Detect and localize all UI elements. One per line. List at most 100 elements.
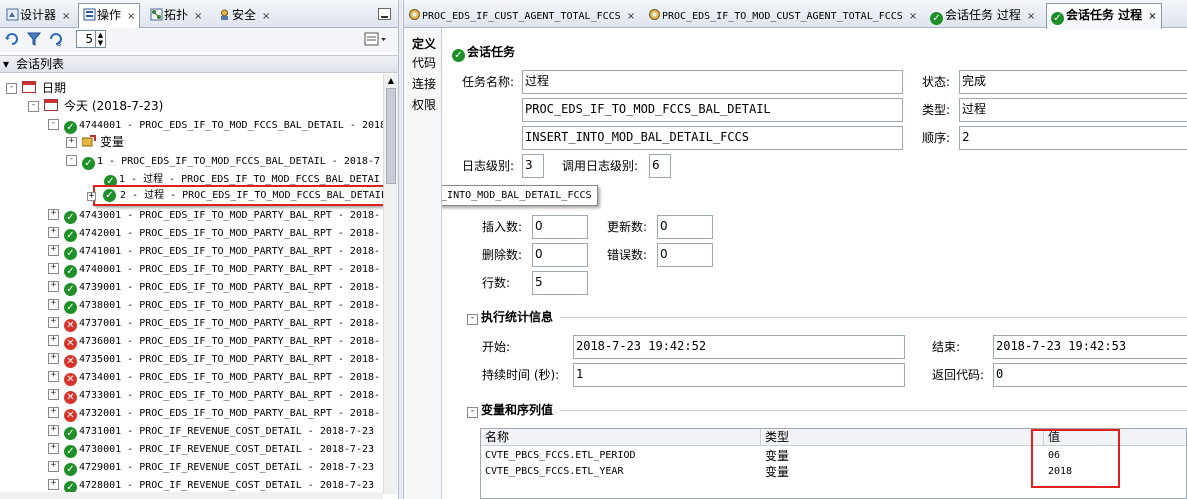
section-exec-stats[interactable]: - 执行统计信息 bbox=[467, 309, 553, 325]
filter-icon[interactable] bbox=[26, 31, 42, 50]
close-icon[interactable]: × bbox=[909, 11, 917, 22]
task-name-line3-field[interactable]: INSERT_INTO_MOD_BAL_DETAIL_FCCS bbox=[522, 126, 903, 150]
task-name-field[interactable]: 过程 bbox=[522, 70, 903, 94]
expand-toggle[interactable]: + bbox=[48, 353, 59, 364]
session-row[interactable]: + ✕ 4732001 - PROC_EDS_IF_TO_MOD_PARTY_BAL… bbox=[48, 403, 380, 422]
close-icon[interactable]: × bbox=[127, 11, 135, 22]
expand-toggle[interactable]: + bbox=[48, 461, 59, 472]
expand-toggle[interactable]: + bbox=[48, 263, 59, 274]
section-variables[interactable]: - 变量和序列值 bbox=[467, 402, 553, 418]
tree-vertical-scrollbar[interactable]: ▲ bbox=[383, 74, 398, 494]
expand-toggle[interactable]: + bbox=[66, 137, 77, 148]
expand-toggle[interactable]: + bbox=[48, 371, 59, 382]
session-row[interactable]: + ✓ 4738001 - PROC_EDS_IF_TO_MOD_PARTY_BAL… bbox=[48, 295, 380, 314]
session-row[interactable]: + ✕ 4737001 - PROC_EDS_IF_TO_MOD_PARTY_BAL… bbox=[48, 313, 380, 332]
collapse-toggle[interactable]: - bbox=[6, 83, 17, 94]
type-field[interactable]: 过程 bbox=[959, 98, 1187, 122]
start-time-field[interactable]: 2018-7-23 19:42:52 bbox=[573, 335, 905, 359]
column-header-type[interactable]: 类型 bbox=[761, 429, 1044, 446]
session-row[interactable]: + ✓ 4742001 - PROC_EDS_IF_TO_MOD_PARTY_BAL… bbox=[48, 223, 380, 242]
order-field[interactable]: 2 bbox=[959, 126, 1187, 150]
tree-node-date[interactable]: - 日期 bbox=[6, 79, 66, 97]
editor-tab-session-task-2[interactable]: ✓ 会话任务 过程 × bbox=[1046, 3, 1162, 29]
close-icon[interactable]: × bbox=[194, 11, 202, 22]
rows-count-field[interactable]: 5 bbox=[532, 271, 588, 295]
side-tab-permissions[interactable]: 权限 bbox=[412, 95, 436, 115]
editor-tab-cust-agent[interactable]: PROC_EDS_IF_CUST_AGENT_TOTAL_FCCS × bbox=[404, 4, 639, 26]
session-row[interactable]: + ✓ 4740001 - PROC_EDS_IF_TO_MOD_PARTY_BAL… bbox=[48, 259, 380, 278]
expand-toggle[interactable]: + bbox=[48, 227, 59, 238]
tab-operator[interactable]: 操作 × bbox=[78, 3, 141, 29]
expand-toggle[interactable]: + bbox=[48, 479, 59, 490]
side-tab-code[interactable]: 代码 bbox=[412, 53, 436, 73]
collapse-toggle[interactable]: - bbox=[28, 101, 39, 112]
tab-designer[interactable]: 设计器 × bbox=[2, 4, 74, 26]
session-row[interactable]: + ✓ 4739001 - PROC_EDS_IF_TO_MOD_PARTY_BAL… bbox=[48, 277, 380, 296]
session-list-header[interactable]: ▾ 会话列表 bbox=[0, 55, 398, 73]
duration-field[interactable]: 1 bbox=[573, 363, 905, 387]
expand-toggle[interactable]: + bbox=[48, 407, 59, 418]
tree-node-variables[interactable]: + 变量 bbox=[66, 133, 124, 151]
session-row[interactable]: + ✕ 4734001 - PROC_EDS_IF_TO_MOD_PARTY_BAL… bbox=[48, 367, 380, 386]
session-row[interactable]: + ✓ 4741001 - PROC_EDS_IF_TO_MOD_PARTY_BAL… bbox=[48, 241, 380, 260]
expand-toggle[interactable]: + bbox=[48, 335, 59, 346]
update-count-field[interactable]: 0 bbox=[657, 215, 713, 239]
minimize-button[interactable] bbox=[378, 8, 391, 20]
step-row[interactable]: - ✓ 1 - PROC_EDS_IF_TO_MOD_FCCS_BAL_DETAI… bbox=[66, 151, 380, 170]
side-tab-definition[interactable]: 定义 bbox=[412, 34, 436, 54]
close-icon[interactable]: × bbox=[1148, 11, 1156, 22]
end-time-field[interactable]: 2018-7-23 19:42:53 bbox=[993, 335, 1187, 359]
close-icon[interactable]: × bbox=[1027, 11, 1035, 22]
session-row[interactable]: + ✕ 4736001 - PROC_EDS_IF_TO_MOD_PARTY_BAL… bbox=[48, 331, 380, 350]
editor-tab-mod-cust-agent[interactable]: PROC_EDS_IF_TO_MOD_CUST_AGENT_TOTAL_FCCS… bbox=[644, 4, 921, 26]
collapse-toggle[interactable]: - bbox=[467, 407, 478, 418]
tab-security[interactable]: 安全 × bbox=[214, 4, 274, 26]
delete-count-field[interactable]: 0 bbox=[532, 243, 588, 267]
expand-toggle[interactable]: + bbox=[48, 299, 59, 310]
close-icon[interactable]: × bbox=[62, 11, 70, 22]
expand-toggle[interactable]: + bbox=[48, 245, 59, 256]
expand-toggle[interactable]: + bbox=[48, 425, 59, 436]
view-menu-icon[interactable] bbox=[364, 31, 388, 50]
tab-topology[interactable]: 拓扑 × bbox=[146, 4, 206, 26]
status-field[interactable]: 完成 bbox=[959, 70, 1187, 94]
close-icon[interactable]: × bbox=[262, 11, 270, 22]
call-log-level-field[interactable]: 6 bbox=[649, 154, 671, 178]
session-row[interactable]: + ✓ 4730001 - PROC_IF_REVENUE_COST_DETAIL … bbox=[48, 439, 374, 458]
close-icon[interactable]: × bbox=[627, 11, 635, 22]
session-row[interactable]: - ✓ 4744001 - PROC_EDS_IF_TO_MOD_FCCS_BAL… bbox=[48, 115, 383, 134]
expand-toggle[interactable]: + bbox=[87, 192, 96, 201]
collapse-triangle-icon[interactable]: ▾ bbox=[3, 56, 9, 72]
expand-toggle[interactable]: + bbox=[48, 209, 59, 220]
collapse-toggle[interactable]: - bbox=[48, 119, 59, 130]
refresh-icon[interactable] bbox=[4, 31, 20, 50]
tree-node-today[interactable]: - 今天 (2018-7-23) bbox=[28, 97, 163, 115]
insert-count-field[interactable]: 0 bbox=[532, 215, 588, 239]
session-row[interactable]: + ✓ 4743001 - PROC_EDS_IF_TO_MOD_PARTY_BAL… bbox=[48, 205, 380, 224]
return-code-field[interactable]: 0 bbox=[993, 363, 1187, 387]
editor-tab-session-task-1[interactable]: ✓ 会话任务 过程 × bbox=[926, 4, 1039, 26]
session-row[interactable]: + ✕ 4733001 - PROC_EDS_IF_TO_MOD_PARTY_BAL… bbox=[48, 385, 380, 404]
expand-toggle[interactable]: + bbox=[48, 443, 59, 454]
expand-toggle[interactable]: + bbox=[48, 281, 59, 292]
spinner-arrows[interactable]: ▲ ▼ bbox=[95, 31, 105, 47]
collapse-toggle[interactable]: - bbox=[467, 314, 478, 325]
column-header-name[interactable]: 名称 bbox=[481, 429, 761, 446]
tree-label: 4728001 - PROC_IF_REVENUE_COST_DETAIL - … bbox=[79, 480, 375, 491]
expand-toggle[interactable]: + bbox=[48, 389, 59, 400]
task-name-line2-field[interactable]: PROC_EDS_IF_TO_MOD_FCCS_BAL_DETAIL bbox=[522, 98, 903, 122]
scroll-up-arrow-icon[interactable]: ▲ bbox=[386, 76, 396, 86]
auto-refresh-icon[interactable]: s bbox=[48, 31, 66, 50]
refresh-interval-spinner[interactable]: 5 ▲ ▼ bbox=[76, 30, 106, 48]
scroll-thumb[interactable] bbox=[386, 88, 396, 184]
session-row[interactable]: + ✓ 4728001 - PROC_IF_REVENUE_COST_DETAIL … bbox=[48, 475, 375, 494]
session-row[interactable]: + ✕ 4735001 - PROC_EDS_IF_TO_MOD_PARTY_BAL… bbox=[48, 349, 380, 368]
collapse-toggle[interactable]: - bbox=[66, 155, 77, 166]
tree-horizontal-scrollbar[interactable] bbox=[0, 492, 383, 499]
session-row[interactable]: + ✓ 4731001 - PROC_IF_REVENUE_COST_DETAIL … bbox=[48, 421, 374, 440]
expand-toggle[interactable]: + bbox=[48, 317, 59, 328]
log-level-field[interactable]: 3 bbox=[522, 154, 544, 178]
side-tab-connection[interactable]: 连接 bbox=[412, 74, 436, 94]
session-row[interactable]: + ✓ 4729001 - PROC_IF_REVENUE_COST_DETAIL … bbox=[48, 457, 374, 476]
error-count-field[interactable]: 0 bbox=[657, 243, 713, 267]
